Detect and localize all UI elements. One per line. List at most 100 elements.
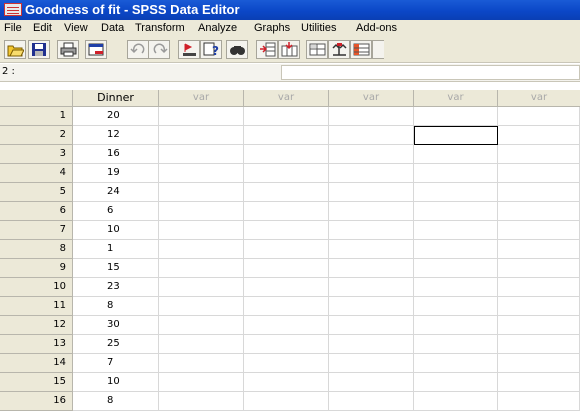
data-cell-empty[interactable] (159, 221, 244, 240)
data-cell-empty[interactable] (244, 335, 329, 354)
data-cell-empty[interactable] (159, 164, 244, 183)
data-cell-empty[interactable] (329, 297, 414, 316)
menu-view[interactable]: View (64, 22, 88, 34)
row-header[interactable]: 7 (0, 221, 73, 240)
menu-edit[interactable]: Edit (33, 22, 52, 34)
select-cases-button[interactable] (350, 40, 372, 59)
data-cell-empty[interactable] (244, 221, 329, 240)
data-cell-empty[interactable] (414, 373, 498, 392)
data-cell-empty[interactable] (159, 259, 244, 278)
data-cell-empty[interactable] (498, 373, 580, 392)
data-cell-empty[interactable] (329, 335, 414, 354)
data-cell-empty[interactable] (414, 259, 498, 278)
data-cell-empty[interactable] (414, 392, 498, 411)
data-cell-dinner[interactable]: 24 (73, 183, 159, 202)
data-cell-empty[interactable] (329, 373, 414, 392)
row-header[interactable]: 15 (0, 373, 73, 392)
data-cell-dinner[interactable]: 30 (73, 316, 159, 335)
row-header[interactable]: 1 (0, 107, 73, 126)
goto-case-button[interactable] (178, 40, 200, 59)
data-cell-empty[interactable] (244, 240, 329, 259)
data-cell-empty[interactable] (414, 164, 498, 183)
data-cell-empty[interactable] (244, 126, 329, 145)
data-cell-empty[interactable] (159, 392, 244, 411)
column-header-var[interactable]: var (244, 90, 329, 107)
insert-variable-button[interactable] (278, 40, 300, 59)
column-header-dinner[interactable]: Dinner (73, 90, 159, 107)
data-cell-empty[interactable] (329, 278, 414, 297)
menu-analyze[interactable]: Analyze (198, 22, 237, 34)
data-cell-empty[interactable] (244, 202, 329, 221)
data-cell-empty[interactable] (414, 335, 498, 354)
data-cell-empty[interactable] (414, 316, 498, 335)
data-cell-empty[interactable] (159, 202, 244, 221)
column-header-var[interactable]: var (159, 90, 244, 107)
data-cell-dinner[interactable]: 7 (73, 354, 159, 373)
column-header-var[interactable]: var (498, 90, 580, 107)
row-header[interactable]: 3 (0, 145, 73, 164)
insert-cases-button[interactable] (256, 40, 278, 59)
row-header[interactable]: 8 (0, 240, 73, 259)
data-cell-empty[interactable] (244, 145, 329, 164)
data-cell-empty[interactable] (159, 126, 244, 145)
data-cell-dinner[interactable]: 15 (73, 259, 159, 278)
redo-button[interactable] (148, 40, 170, 59)
split-file-button[interactable] (306, 40, 328, 59)
data-cell-empty[interactable] (159, 145, 244, 164)
cell-value-input[interactable] (281, 65, 580, 80)
data-cell-empty[interactable] (329, 202, 414, 221)
value-labels-button[interactable] (372, 40, 384, 59)
data-cell-empty[interactable] (329, 145, 414, 164)
column-header-var[interactable]: var (329, 90, 414, 107)
data-cell-dinner[interactable]: 8 (73, 297, 159, 316)
dialog-recall-button[interactable] (85, 40, 107, 59)
undo-button[interactable] (127, 40, 149, 59)
data-cell-empty[interactable] (329, 354, 414, 373)
data-cell-empty[interactable] (329, 259, 414, 278)
data-cell-empty[interactable] (244, 164, 329, 183)
row-header[interactable]: 12 (0, 316, 73, 335)
data-cell-empty[interactable] (414, 297, 498, 316)
data-cell-empty[interactable] (244, 297, 329, 316)
data-cell-empty[interactable] (159, 297, 244, 316)
data-cell-empty[interactable] (244, 373, 329, 392)
data-cell-empty[interactable] (498, 354, 580, 373)
data-cell-dinner[interactable]: 8 (73, 392, 159, 411)
data-cell-empty[interactable] (159, 354, 244, 373)
menu-data[interactable]: Data (101, 22, 124, 34)
menu-add-ons[interactable]: Add-ons (356, 22, 397, 34)
data-cell-empty[interactable] (159, 373, 244, 392)
data-cell-dinner[interactable]: 10 (73, 373, 159, 392)
data-cell-empty[interactable] (329, 240, 414, 259)
data-cell-empty[interactable] (414, 240, 498, 259)
data-cell-empty[interactable] (329, 126, 414, 145)
data-cell-empty[interactable] (329, 392, 414, 411)
data-cell-dinner[interactable]: 20 (73, 107, 159, 126)
menu-graphs[interactable]: Graphs (254, 22, 290, 34)
data-cell-empty[interactable] (414, 145, 498, 164)
menu-transform[interactable]: Transform (135, 22, 185, 34)
data-cell-empty[interactable] (329, 183, 414, 202)
data-cell-empty[interactable] (329, 221, 414, 240)
print-button[interactable] (57, 40, 79, 59)
row-header[interactable]: 13 (0, 335, 73, 354)
menu-file[interactable]: File (4, 22, 22, 34)
data-cell-empty[interactable] (414, 354, 498, 373)
data-cell-empty[interactable] (414, 202, 498, 221)
row-header[interactable]: 5 (0, 183, 73, 202)
data-cell-empty[interactable] (244, 107, 329, 126)
data-cell-dinner[interactable]: 25 (73, 335, 159, 354)
column-header-var[interactable]: var (414, 90, 498, 107)
row-header[interactable]: 2 (0, 126, 73, 145)
data-cell-dinner[interactable]: 10 (73, 221, 159, 240)
save-button[interactable] (28, 40, 50, 59)
data-cell-empty[interactable] (329, 316, 414, 335)
data-cell-dinner[interactable]: 6 (73, 202, 159, 221)
data-cell-empty[interactable] (329, 164, 414, 183)
data-cell-empty[interactable] (498, 183, 580, 202)
data-cell-empty[interactable] (498, 221, 580, 240)
data-cell-empty[interactable] (159, 107, 244, 126)
data-cell-empty[interactable] (329, 107, 414, 126)
data-cell-dinner[interactable]: 19 (73, 164, 159, 183)
row-header[interactable]: 11 (0, 297, 73, 316)
